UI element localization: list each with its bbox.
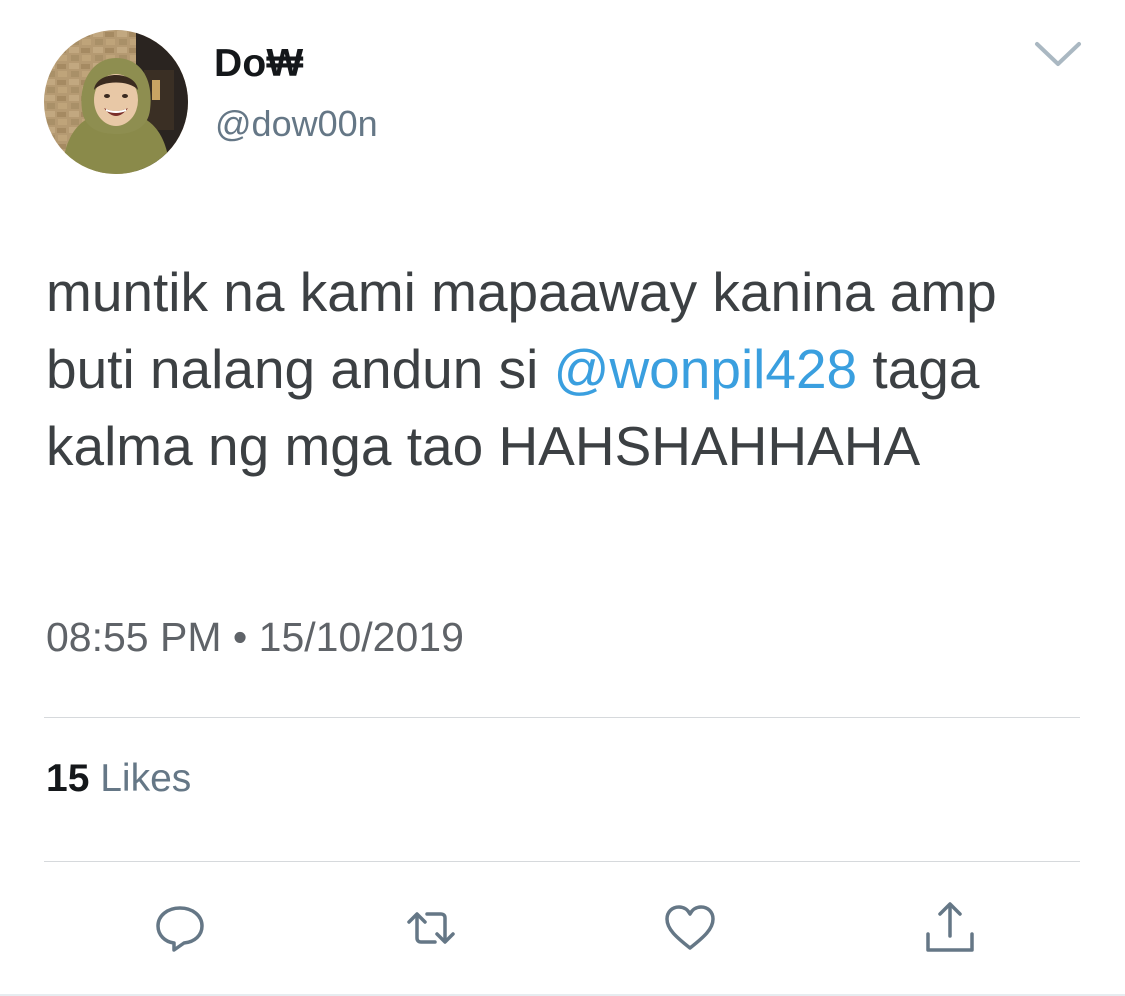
share-button[interactable]	[922, 900, 978, 956]
timestamp-separator: •	[232, 614, 248, 660]
reply-button[interactable]	[152, 900, 208, 956]
display-name[interactable]: Do₩	[214, 42, 303, 86]
timestamp[interactable]: 08:55 PM • 15/10/2019	[46, 614, 464, 661]
retweet-icon	[407, 912, 455, 944]
share-icon	[926, 902, 974, 952]
tweet-date: 15/10/2019	[258, 614, 464, 660]
profile-photo	[44, 30, 188, 174]
heart-icon	[665, 905, 715, 950]
divider	[44, 717, 1080, 718]
avatar[interactable]	[44, 30, 188, 174]
likes-label: Likes	[100, 757, 192, 800]
likes-stat[interactable]: 15 Likes	[46, 757, 191, 801]
user-handle[interactable]: @dow00n	[215, 103, 378, 145]
mention-link[interactable]: @wonpil428	[554, 338, 858, 400]
like-button[interactable]	[662, 900, 718, 956]
likes-count: 15	[46, 757, 90, 800]
tweet-time: 08:55 PM	[46, 614, 222, 660]
chevron-down-icon[interactable]	[1031, 36, 1085, 72]
retweet-button[interactable]	[403, 900, 459, 956]
divider	[44, 861, 1080, 862]
reply-icon	[156, 906, 204, 952]
tweet-text: muntik na kami mapaaway kanina amp buti …	[46, 254, 1086, 485]
